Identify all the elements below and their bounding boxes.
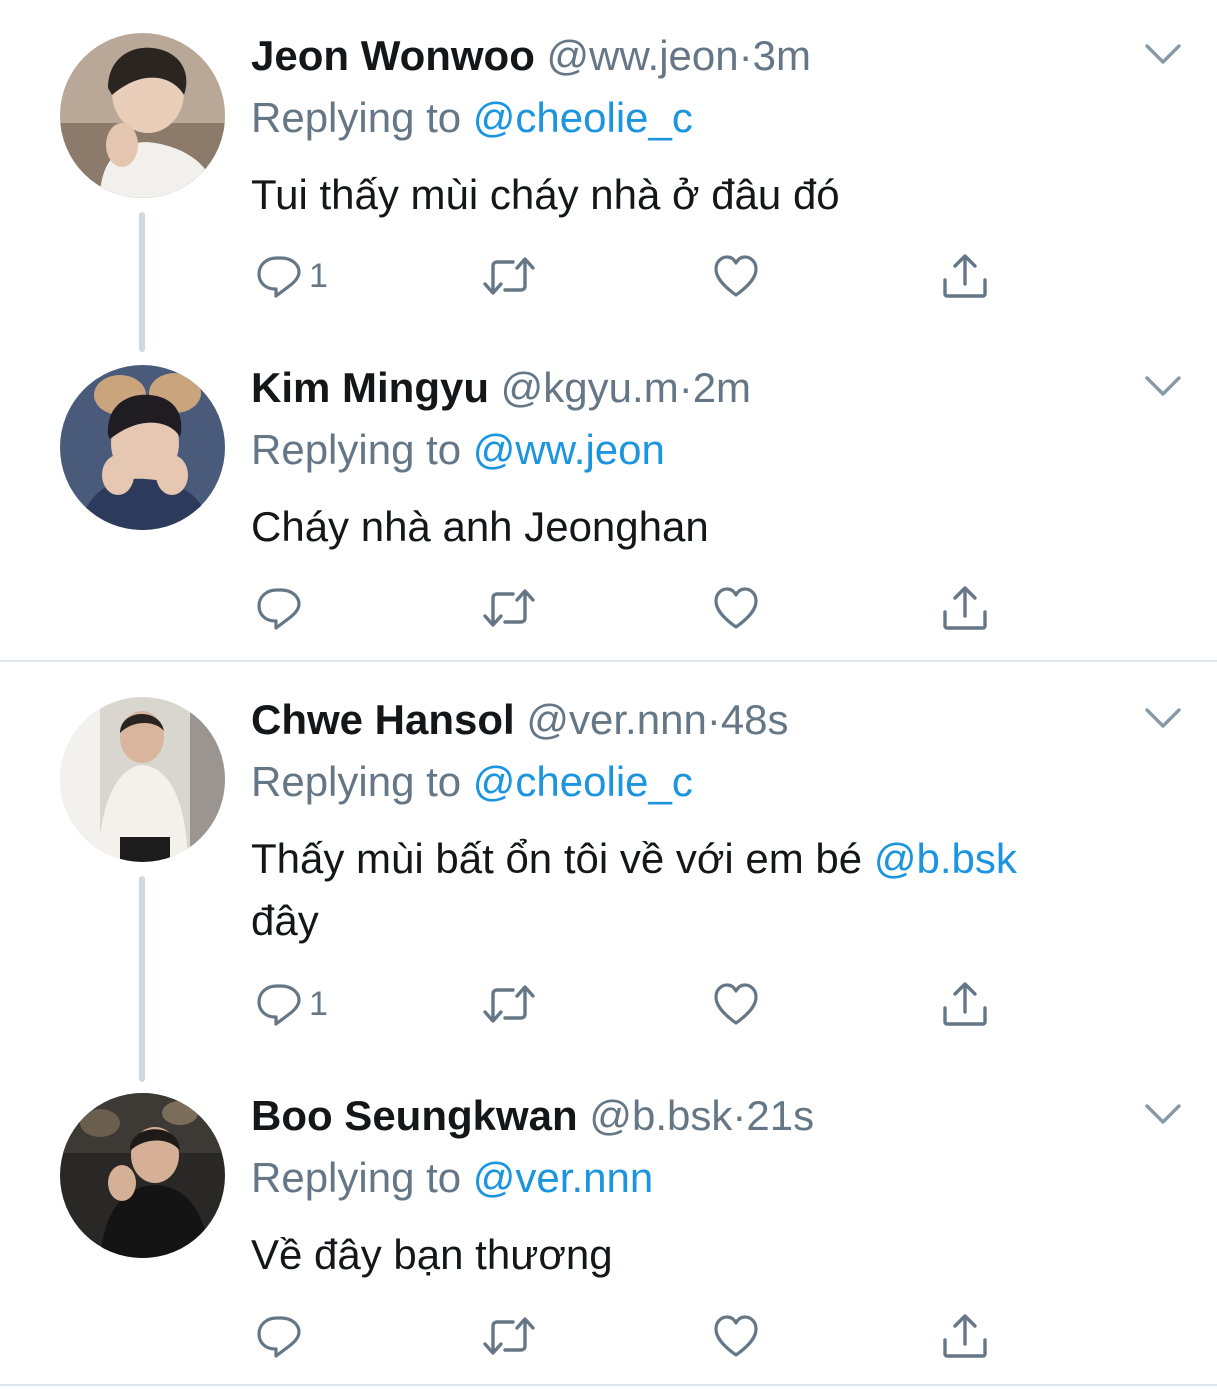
like-button[interactable] [712,974,760,1034]
tweet-header: Jeon Wonwoo @ww.jeon·3m [251,30,811,82]
retweet-icon [481,584,537,632]
reply-button[interactable]: 1 [255,974,328,1034]
tweet-chwe-hansol[interactable]: Chwe Hansol @ver.nnn·48s Replying to @ch… [0,664,1217,1082]
user-handle[interactable]: @kgyu.m [501,364,679,411]
share-button[interactable] [941,974,989,1034]
replying-mention[interactable]: @ww.jeon [473,426,665,473]
reply-icon [255,1312,303,1360]
timestamp[interactable]: 21s [746,1092,814,1139]
timestamp[interactable]: 48s [721,696,789,743]
thread-divider [0,660,1217,662]
tweet-text: Về đây bạn thương [251,1231,613,1278]
like-icon [712,584,760,632]
tweet-boo-seungkwan[interactable]: Boo Seungkwan @b.bsk·21s Replying to @ve… [0,1060,1217,1389]
tweet-mention[interactable]: @b.bsk [874,835,1017,882]
chevron-down-icon[interactable] [1143,704,1183,732]
share-button[interactable] [941,578,989,638]
replying-mention[interactable]: @cheolie_c [473,758,693,805]
tweet-text: Cháy nhà anh Jeonghan [251,503,709,550]
tweet-text: Tui thấy mùi cháy nhà ở đâu đó [251,171,840,218]
separator-dot: · [706,696,721,743]
retweet-icon [481,980,537,1028]
separator-dot: · [732,1092,747,1139]
replying-to: Replying to @ww.jeon [251,424,665,476]
reply-icon [255,252,303,300]
retweet-icon [481,252,537,300]
tweet-header: Kim Mingyu @kgyu.m·2m [251,362,751,414]
like-button[interactable] [712,1306,760,1366]
separator-dot: · [738,32,753,79]
tweet-header: Boo Seungkwan @b.bsk·21s [251,1090,814,1142]
retweet-button[interactable] [481,1306,537,1366]
user-handle[interactable]: @ww.jeon [547,32,739,79]
reply-count: 1 [309,257,328,295]
avatar[interactable] [60,365,225,530]
bottom-divider [0,1384,1217,1386]
timestamp[interactable]: 3m [753,32,811,79]
chevron-down-icon[interactable] [1143,372,1183,400]
like-icon [712,1312,760,1360]
like-icon [712,980,760,1028]
tweet-text-part: đây [251,897,319,944]
reply-button[interactable] [255,578,309,638]
replying-to: Replying to @ver.nnn [251,1152,653,1204]
chevron-down-icon[interactable] [1143,40,1183,68]
tweet-header: Chwe Hansol @ver.nnn·48s [251,694,789,746]
avatar[interactable] [60,1093,225,1258]
reply-icon [255,980,303,1028]
avatar[interactable] [60,697,225,862]
retweet-button[interactable] [481,578,537,638]
reply-button[interactable]: 1 [255,246,328,306]
share-icon [941,252,989,300]
tweet-actions: 1 [251,974,1011,1034]
timestamp[interactable]: 2m [693,364,751,411]
chevron-down-icon[interactable] [1143,1100,1183,1128]
retweet-icon [481,1312,537,1360]
reply-button[interactable] [255,1306,309,1366]
replying-prefix: Replying to [251,1154,462,1201]
user-handle[interactable]: @b.bsk [589,1092,732,1139]
tweet-kim-mingyu[interactable]: Kim Mingyu @kgyu.m·2m Replying to @ww.je… [0,332,1217,660]
share-button[interactable] [941,246,989,306]
tweet-jeon-wonwoo[interactable]: Jeon Wonwoo @ww.jeon·3m Replying to @che… [0,0,1217,352]
replying-prefix: Replying to [251,426,462,473]
avatar[interactable] [60,33,225,198]
share-icon [941,980,989,1028]
tweet-text-part: Thấy mùi bất ổn tôi về với em bé [251,835,874,882]
share-button[interactable] [941,1306,989,1366]
reply-count: 1 [309,985,328,1023]
share-icon [941,1312,989,1360]
replying-to: Replying to @cheolie_c [251,92,693,144]
reply-icon [255,584,303,632]
share-icon [941,584,989,632]
like-button[interactable] [712,578,760,638]
thread-line [139,876,145,1082]
tweet-actions [251,578,1011,638]
like-icon [712,252,760,300]
user-handle[interactable]: @ver.nnn [526,696,706,743]
replying-prefix: Replying to [251,758,462,805]
replying-mention[interactable]: @cheolie_c [473,94,693,141]
replying-prefix: Replying to [251,94,462,141]
tweet-text: Thấy mùi bất ổn tôi về với em bé @b.bsk … [251,828,1151,952]
like-button[interactable] [712,246,760,306]
retweet-button[interactable] [481,974,537,1034]
replying-mention[interactable]: @ver.nnn [473,1154,653,1201]
retweet-button[interactable] [481,246,537,306]
display-name[interactable]: Boo Seungkwan [251,1092,578,1139]
display-name[interactable]: Chwe Hansol [251,696,515,743]
replying-to: Replying to @cheolie_c [251,756,693,808]
tweet-actions [251,1306,1011,1366]
display-name[interactable]: Kim Mingyu [251,364,489,411]
display-name[interactable]: Jeon Wonwoo [251,32,535,79]
tweet-actions: 1 [251,246,1011,306]
thread-line [139,212,145,352]
separator-dot: · [678,364,693,411]
